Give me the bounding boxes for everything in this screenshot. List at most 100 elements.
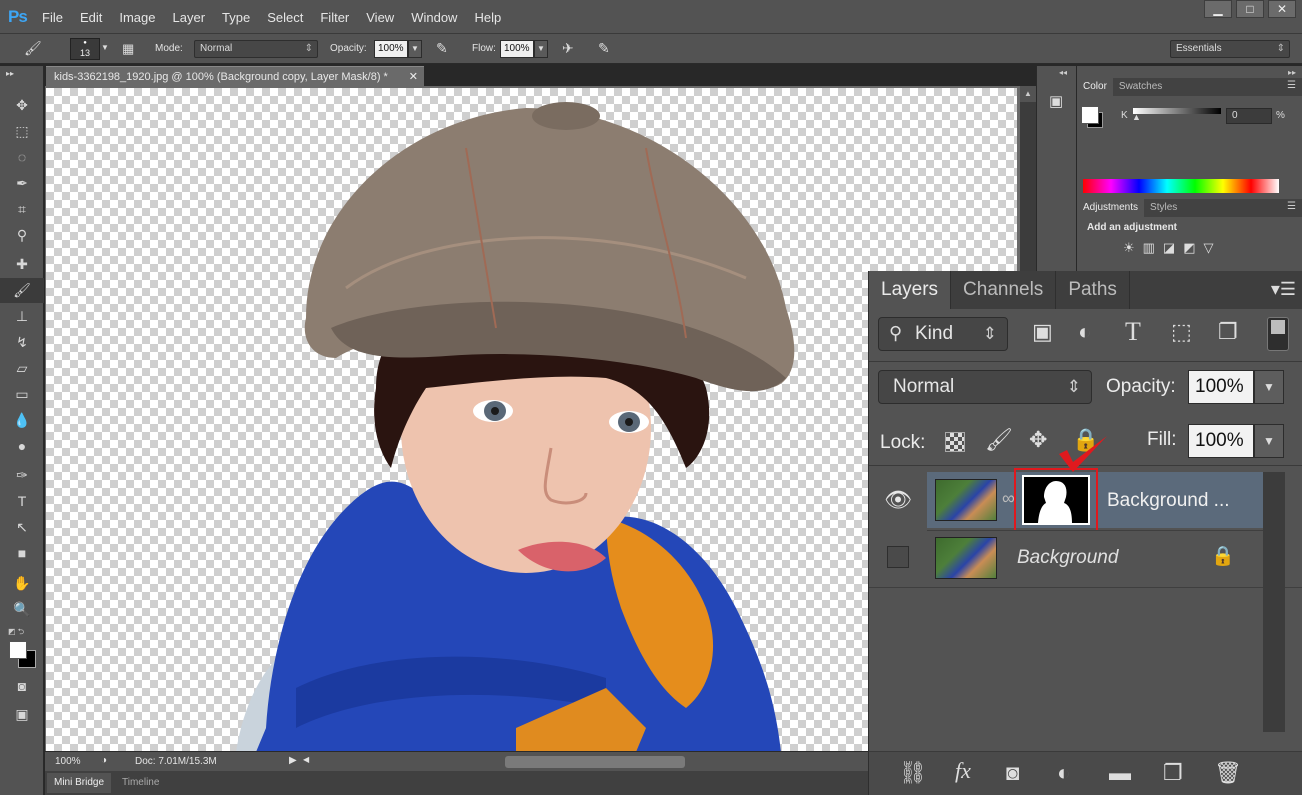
visibility-toggle-background[interactable] [887, 546, 909, 568]
status-arrow-icon[interactable]: ▶ [289, 755, 297, 766]
link-layers-icon[interactable]: ⛓ [899, 760, 927, 786]
maximize-button[interactable]: □ [1236, 0, 1264, 18]
menu-help[interactable]: Help [474, 10, 501, 25]
dodge-tool-icon[interactable]: ● [0, 434, 44, 459]
tab-color[interactable]: Color [1077, 78, 1113, 96]
blur-tool-icon[interactable]: 💧 [0, 408, 44, 433]
zoom-level[interactable]: 100% [55, 756, 81, 767]
collapse-panel-icon[interactable]: ▸▸ [0, 68, 44, 80]
history-panel-icon[interactable]: ▣ [1049, 92, 1063, 110]
scroll-left-icon[interactable]: ◀ [303, 755, 309, 764]
layer-thumbnail[interactable] [935, 479, 997, 521]
pen-tool-icon[interactable]: ✑ [0, 463, 44, 488]
menu-type[interactable]: Type [222, 10, 250, 25]
close-tab-icon[interactable]: ✕ [409, 67, 418, 87]
document-tab[interactable]: kids-3362198_1920.jpg @ 100% (Background… [46, 66, 424, 86]
fill-dropdown-icon[interactable]: ▼ [1254, 424, 1284, 458]
workspace-select[interactable]: Essentials [1170, 40, 1290, 58]
history-brush-tool-icon[interactable]: ↯ [0, 330, 44, 355]
adjustment-icons[interactable]: ☀▥◪◩▽ [1123, 240, 1222, 256]
layer-opacity-input[interactable]: 100% [1188, 370, 1254, 404]
menu-image[interactable]: Image [119, 10, 155, 25]
color-spectrum[interactable] [1083, 179, 1279, 193]
quick-mask-icon[interactable]: ◙ [0, 674, 44, 699]
expand-panels-icon[interactable]: ▸▸ [1288, 68, 1296, 77]
color-panel-menu-icon[interactable]: ☰ [1287, 80, 1296, 91]
filter-type-icon[interactable]: T [1125, 317, 1141, 347]
minimize-button[interactable]: ▁ [1204, 0, 1232, 18]
flow-dropdown-icon[interactable]: ▼ [534, 40, 548, 58]
menu-filter[interactable]: Filter [320, 10, 349, 25]
rectangle-tool-icon[interactable]: ■ [0, 541, 44, 566]
layers-menu-icon[interactable]: ▾☰ [1271, 279, 1296, 300]
gradient-tool-icon[interactable]: ▭ [0, 382, 44, 407]
filter-pixel-icon[interactable]: ▣ [1032, 319, 1053, 345]
tab-swatches[interactable]: Swatches [1113, 78, 1168, 96]
layer-name-background-copy[interactable]: Background ... [1107, 490, 1230, 512]
brush-size-picker[interactable]: ● 13 [70, 38, 100, 60]
healing-brush-tool-icon[interactable]: ✚ [0, 252, 44, 277]
delete-layer-icon[interactable]: 🗑 [1214, 760, 1242, 786]
filter-toggle[interactable] [1267, 317, 1289, 351]
filter-adjustment-icon[interactable]: ◐ [1078, 319, 1091, 345]
menu-file[interactable]: File [42, 10, 63, 25]
menu-layer[interactable]: Layer [173, 10, 206, 25]
clone-stamp-tool-icon[interactable]: ⊥ [0, 304, 44, 329]
brush-size-dropdown-icon[interactable]: ▼ [100, 40, 110, 58]
screen-mode-icon[interactable]: ▣ [0, 702, 44, 727]
mode-select[interactable]: Normal [194, 40, 318, 58]
zoom-tool-icon[interactable]: 🔍 [0, 597, 44, 622]
layer-name-background[interactable]: Background [1017, 547, 1118, 569]
adjustments-menu-icon[interactable]: ☰ [1287, 201, 1296, 212]
filter-smart-object-icon[interactable]: ❐ [1218, 319, 1238, 345]
crop-tool-icon[interactable]: ⌗ [0, 197, 44, 222]
tab-mini-bridge[interactable]: Mini Bridge [47, 773, 112, 793]
mask-link-icon[interactable]: ∞ [1002, 488, 1015, 509]
tab-paths[interactable]: Paths [1056, 271, 1130, 309]
k-value-input[interactable]: 0 [1226, 108, 1272, 124]
tab-timeline[interactable]: Timeline [115, 773, 166, 793]
menu-edit[interactable]: Edit [80, 10, 102, 25]
tab-adjustments[interactable]: Adjustments [1077, 199, 1145, 217]
flow-input[interactable]: 100% [500, 40, 534, 58]
new-adjustment-layer-icon[interactable]: ◐ [1057, 760, 1070, 786]
menu-window[interactable]: Window [411, 10, 457, 25]
marquee-tool-icon[interactable]: ⬚ [0, 119, 44, 144]
default-colors-icon[interactable]: ◩ ⮌ [8, 626, 24, 640]
pressure-opacity-icon[interactable]: ✎ [436, 40, 448, 57]
quick-selection-tool-icon[interactable]: ✒ [0, 171, 44, 196]
brush-tool-icon[interactable]: 🖌 [0, 278, 44, 303]
lock-pixels-icon[interactable]: 🖌 [985, 427, 1013, 453]
eraser-tool-icon[interactable]: ▱ [0, 356, 44, 381]
status-menu-icon[interactable]: ◑ [101, 755, 107, 766]
new-group-icon[interactable]: ▬ [1109, 760, 1131, 786]
scroll-up-icon[interactable]: ▲ [1020, 86, 1036, 102]
filter-shape-icon[interactable]: ⬚ [1171, 319, 1192, 345]
eyedropper-tool-icon[interactable]: ⚲ [0, 223, 44, 248]
visibility-toggle-background-copy[interactable]: 👁 [869, 472, 927, 528]
fx-icon[interactable]: fx [955, 758, 971, 784]
collapse-dock-icon[interactable]: ◂◂ [1059, 68, 1067, 77]
opacity-dropdown-icon[interactable]: ▼ [408, 40, 422, 58]
type-tool-icon[interactable]: T [0, 489, 44, 514]
lock-transparent-icon[interactable] [945, 432, 965, 452]
move-tool-icon[interactable]: ✥ [0, 93, 44, 118]
layer-thumbnail[interactable] [935, 537, 997, 579]
menu-view[interactable]: View [366, 10, 394, 25]
brush-panel-icon[interactable]: ▦ [122, 41, 134, 57]
layer-opacity-dropdown-icon[interactable]: ▼ [1254, 370, 1284, 404]
brush-tool-preset-icon[interactable]: 🖌 [24, 40, 42, 57]
tab-layers[interactable]: Layers [869, 271, 952, 309]
pressure-size-icon[interactable]: ✎ [598, 40, 610, 57]
foreground-color-swatch[interactable] [9, 641, 27, 659]
menu-select[interactable]: Select [267, 10, 303, 25]
k-slider[interactable] [1133, 108, 1221, 114]
fill-input[interactable]: 100% [1188, 424, 1254, 458]
slider-handle-icon[interactable]: ▲ [1132, 112, 1141, 122]
layers-scrollbar[interactable] [1263, 472, 1285, 732]
horizontal-scroll-thumb[interactable] [505, 756, 685, 768]
tab-styles[interactable]: Styles [1144, 199, 1183, 217]
lasso-tool-icon[interactable]: ◌ [0, 145, 44, 170]
tab-channels[interactable]: Channels [951, 271, 1057, 309]
airbrush-icon[interactable]: ✈ [562, 40, 574, 57]
